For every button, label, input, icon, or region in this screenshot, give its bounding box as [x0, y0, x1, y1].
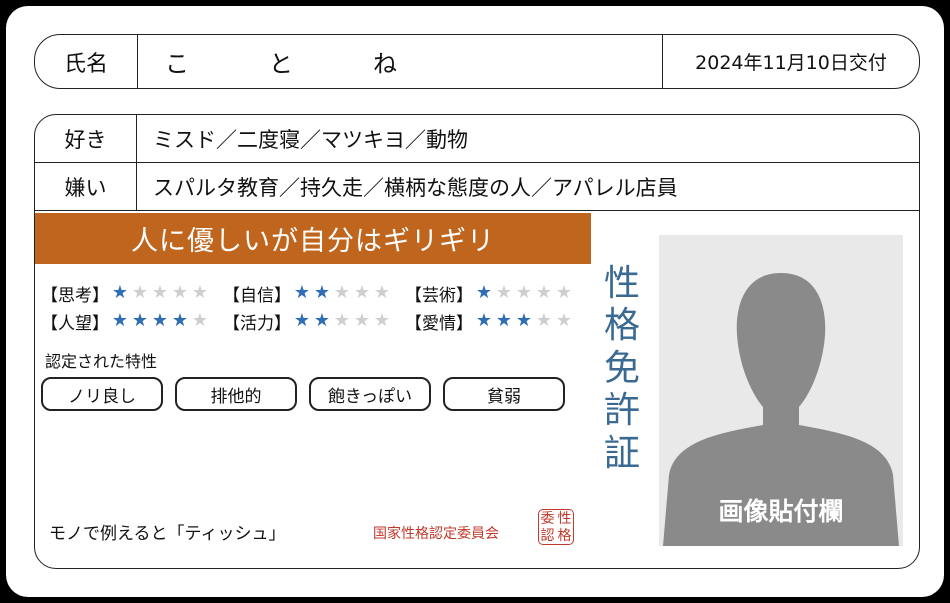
star-empty-icon: ★	[333, 282, 351, 303]
stat: 【自信】 ★ ★ ★ ★ ★	[223, 281, 405, 306]
star-empty-icon: ★	[353, 282, 371, 303]
trait-badge: ノリ良し	[41, 377, 163, 411]
star-rating: ★ ★ ★ ★ ★	[292, 284, 392, 302]
star-filled-icon: ★	[495, 310, 513, 331]
star-empty-icon: ★	[333, 310, 351, 331]
likes-label: 好き	[35, 115, 137, 162]
stat-label: 【活力】	[223, 313, 291, 334]
stat-label: 【思考】	[41, 285, 109, 306]
star-rating: ★ ★ ★ ★ ★	[110, 284, 210, 302]
dislikes-row: 嫌い スパルタ教育／持久走／横柄な態度の人／アパレル店員	[35, 163, 919, 211]
star-filled-icon: ★	[111, 282, 129, 303]
star-filled-icon: ★	[475, 282, 493, 303]
issue-date: 2024年11月10日交付	[662, 35, 919, 88]
seal-char: 認	[540, 527, 555, 544]
stat-label: 【人望】	[41, 313, 109, 334]
title-char: 証	[603, 432, 640, 474]
stat: 【愛情】 ★ ★ ★ ★ ★	[405, 309, 587, 334]
issuer: 国家性格認定委員会	[373, 526, 499, 542]
seal-char: 性	[557, 510, 572, 527]
stat-label: 【芸術】	[405, 285, 473, 306]
star-empty-icon: ★	[373, 310, 391, 331]
star-filled-icon: ★	[111, 310, 129, 331]
star-empty-icon: ★	[535, 282, 553, 303]
star-filled-icon: ★	[293, 310, 311, 331]
trait-badge: 貧弱	[443, 377, 565, 411]
star-filled-icon: ★	[151, 310, 169, 331]
dislikes-value: スパルタ教育／持久走／横柄な態度の人／アパレル店員	[153, 175, 678, 200]
star-empty-icon: ★	[555, 282, 573, 303]
star-rating: ★ ★ ★ ★ ★	[474, 312, 574, 330]
star-empty-icon: ★	[151, 282, 169, 303]
star-empty-icon: ★	[555, 310, 573, 331]
star-empty-icon: ★	[353, 310, 371, 331]
star-filled-icon: ★	[475, 310, 493, 331]
photo-label: 画像貼付欄	[718, 497, 844, 526]
stat-label: 【愛情】	[405, 313, 473, 334]
title-char: 許	[603, 390, 640, 432]
name-bar: 氏名 ことね 2024年11月10日交付	[34, 34, 920, 89]
likes-row: 好き ミスド／二度寝／マツキヨ／動物	[35, 115, 919, 163]
stat: 【芸術】 ★ ★ ★ ★ ★	[405, 281, 587, 306]
traits-heading: 認定された特性	[45, 352, 158, 371]
vertical-title: 性格免許証	[597, 263, 647, 475]
title-char: 格	[603, 305, 640, 347]
dislikes-label: 嫌い	[35, 163, 137, 210]
title-char: 性	[603, 263, 640, 304]
star-filled-icon: ★	[171, 310, 189, 331]
stat-label: 【自信】	[223, 285, 291, 306]
photo-placeholder: 画像貼付欄	[659, 235, 903, 546]
stat: 【人望】 ★ ★ ★ ★ ★	[41, 309, 223, 334]
license-card: 氏名 ことね 2024年11月10日交付 好き ミスド／二度寝／マツキヨ／動物 …	[6, 6, 944, 597]
title-char: 免	[603, 347, 640, 389]
seal-stamp: 委 性 認 格	[538, 509, 574, 545]
star-empty-icon: ★	[171, 282, 189, 303]
star-empty-icon: ★	[191, 310, 209, 331]
trait-badge: 排他的	[175, 377, 297, 411]
seal-char: 格	[557, 527, 572, 544]
star-empty-icon: ★	[535, 310, 553, 331]
star-filled-icon: ★	[293, 282, 311, 303]
stats-grid: 【思考】 ★ ★ ★ ★ ★ 【自信】 ★ ★ ★ ★ ★ 【芸術】 ★ ★ ★ ★ ★ 【人望】 ★ ★ ★ ★ ★ …	[41, 279, 587, 335]
stat: 【活力】 ★ ★ ★ ★ ★	[223, 309, 405, 334]
example-text: モノで例えると「ティッシュ」	[49, 524, 286, 544]
name-value: ことね	[165, 50, 477, 78]
card-body: 好き ミスド／二度寝／マツキヨ／動物 嫌い スパルタ教育／持久走／横柄な態度の人…	[34, 114, 920, 569]
seal-char: 委	[540, 510, 555, 527]
star-filled-icon: ★	[131, 310, 149, 331]
star-filled-icon: ★	[313, 310, 331, 331]
stat: 【思考】 ★ ★ ★ ★ ★	[41, 281, 223, 306]
likes-value: ミスド／二度寝／マツキヨ／動物	[153, 127, 468, 152]
star-empty-icon: ★	[515, 282, 533, 303]
star-rating: ★ ★ ★ ★ ★	[474, 284, 574, 302]
star-empty-icon: ★	[191, 282, 209, 303]
name-label: 氏名	[35, 35, 138, 88]
star-empty-icon: ★	[131, 282, 149, 303]
star-empty-icon: ★	[495, 282, 513, 303]
personality-banner: 人に優しいが自分はギリギリ	[35, 213, 591, 264]
star-empty-icon: ★	[373, 282, 391, 303]
star-rating: ★ ★ ★ ★ ★	[110, 312, 210, 330]
trait-badge: 飽きっぽい	[309, 377, 431, 411]
star-filled-icon: ★	[313, 282, 331, 303]
star-filled-icon: ★	[515, 310, 533, 331]
star-rating: ★ ★ ★ ★ ★	[292, 312, 392, 330]
traits-list: ノリ良し 排他的 飽きっぽい 貧弱	[41, 377, 577, 411]
